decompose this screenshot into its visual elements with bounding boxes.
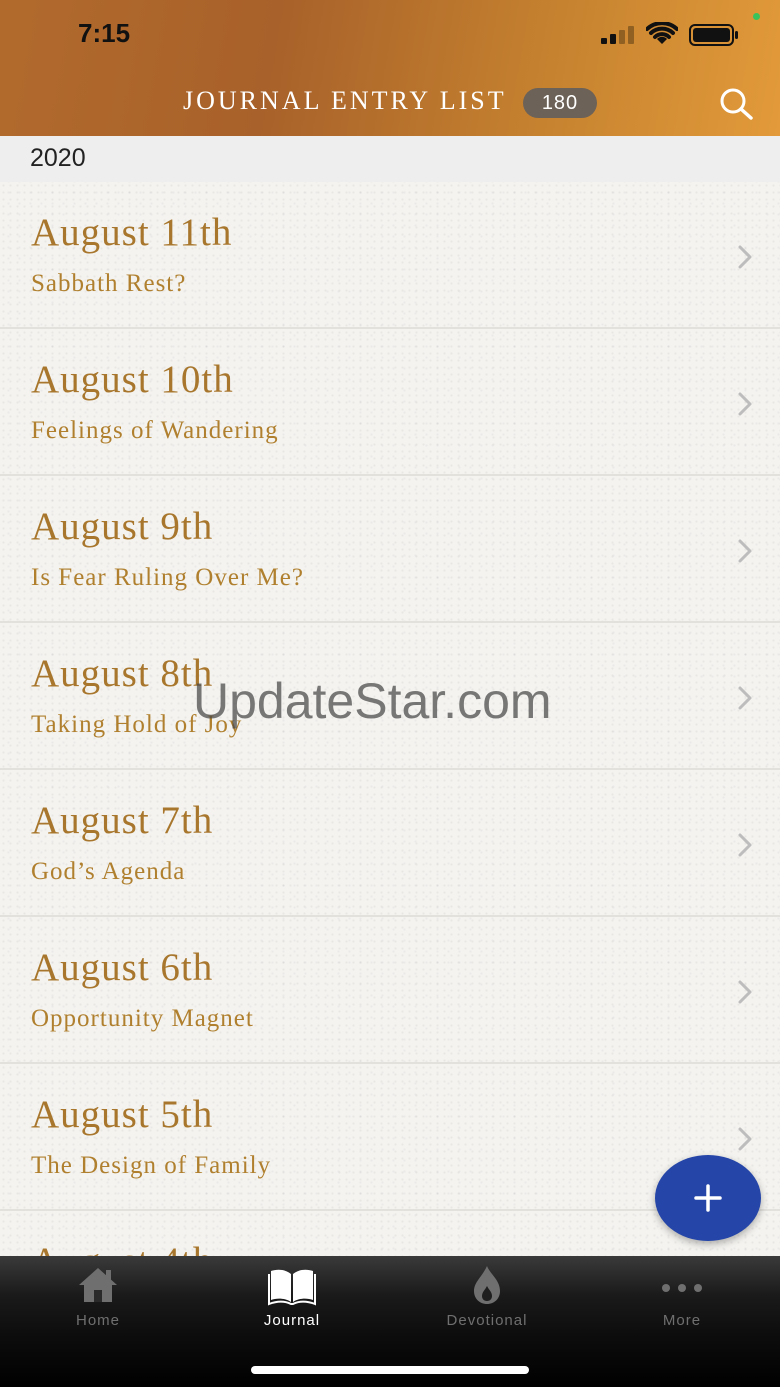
book-icon — [268, 1269, 316, 1306]
tab-journal-label: Journal — [263, 1312, 321, 1329]
tab-devotional-label: Devotional — [446, 1312, 528, 1329]
chevron-right-icon — [738, 980, 752, 1004]
search-icon[interactable] — [716, 86, 756, 120]
entry-title: Opportunity Magnet — [31, 1005, 254, 1032]
list-item[interactable]: August 9th Is Fear Ruling Over Me? — [0, 476, 780, 623]
app-header: 7:15 JOURNAL ENTRY LIST 180 — [0, 0, 780, 136]
entry-date: August 9th — [31, 505, 214, 548]
year-section-header: 2020 — [0, 136, 780, 182]
entry-count-badge: 180 — [523, 88, 597, 118]
journal-entry-list[interactable]: August 11th Sabbath Rest? August 10th Fe… — [0, 182, 780, 1256]
chevron-right-icon — [738, 686, 752, 710]
tab-devotional[interactable]: Devotional — [422, 1264, 552, 1334]
entry-date: August 5th — [31, 1093, 214, 1136]
more-icon — [662, 1284, 702, 1292]
plus-icon — [694, 1184, 722, 1212]
entry-title: Is Fear Ruling Over Me? — [31, 564, 304, 591]
tab-home-label: Home — [75, 1312, 120, 1329]
entry-title: The Design of Family — [31, 1152, 272, 1179]
entry-title: Taking Hold of Joy — [31, 711, 243, 738]
chevron-right-icon — [738, 245, 752, 269]
year-label: 2020 — [30, 144, 86, 172]
chevron-right-icon — [738, 392, 752, 416]
battery-icon — [689, 24, 738, 46]
tab-home[interactable]: Home — [33, 1264, 163, 1334]
list-item[interactable]: August 7th God’s Agenda — [0, 770, 780, 917]
chevron-right-icon — [738, 833, 752, 857]
tab-more[interactable]: More — [617, 1264, 747, 1334]
tab-journal[interactable]: Journal — [227, 1264, 357, 1334]
entry-date: August 6th — [31, 946, 214, 989]
home-icon — [79, 1268, 117, 1302]
tab-more-label: More — [662, 1312, 702, 1329]
chevron-right-icon — [738, 1127, 752, 1151]
entry-title: Sabbath Rest? — [31, 270, 187, 297]
list-item[interactable]: August 6th Opportunity Magnet — [0, 917, 780, 1064]
list-item[interactable]: August 10th Feelings of Wandering — [0, 329, 780, 476]
flame-icon — [474, 1266, 500, 1304]
add-entry-button[interactable] — [655, 1155, 761, 1241]
home-indicator — [251, 1366, 529, 1374]
entry-title: God’s Agenda — [31, 858, 186, 885]
entry-title: Feelings of Wandering — [31, 417, 279, 444]
entry-date: August 7th — [31, 799, 214, 842]
entry-date: August 10th — [31, 358, 234, 401]
list-item[interactable]: August 11th Sabbath Rest? — [0, 182, 780, 329]
status-time: 7:15 — [78, 18, 131, 48]
page-title: JOURNAL ENTRY LIST — [183, 86, 507, 115]
entry-date: August 4th — [31, 1239, 213, 1256]
privacy-indicator-dot — [753, 13, 760, 20]
wifi-icon — [646, 22, 678, 44]
entry-date: August 11th — [31, 211, 233, 254]
cellular-signal-icon — [601, 26, 634, 44]
entry-date: August 8th — [31, 652, 214, 695]
list-item[interactable]: August 8th Taking Hold of Joy — [0, 623, 780, 770]
chevron-right-icon — [738, 539, 752, 563]
